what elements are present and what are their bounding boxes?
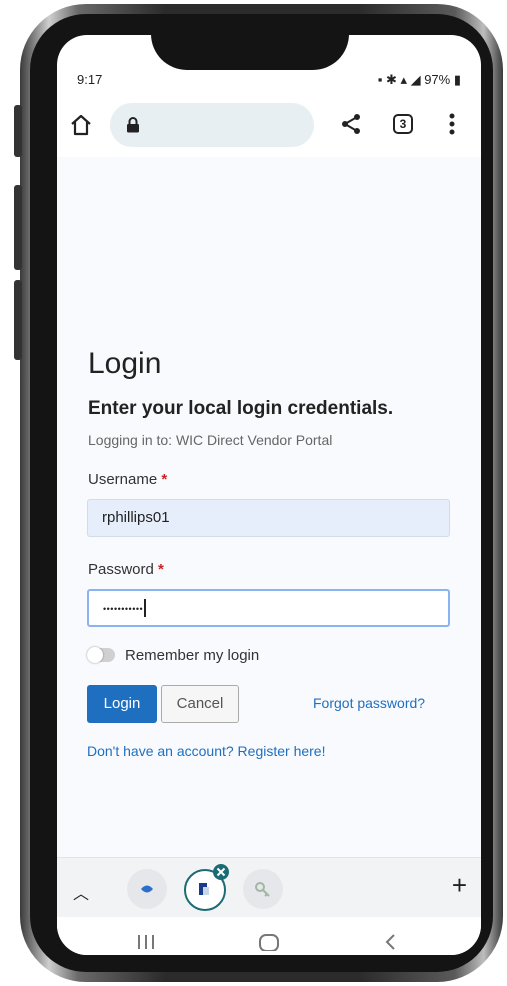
password-label-text: Password (88, 561, 154, 578)
fish-icon (141, 885, 153, 893)
home-nav-icon[interactable] (257, 933, 281, 951)
required-marker: * (161, 471, 168, 488)
password-label: Password * (88, 561, 164, 578)
register-link[interactable]: Don't have an account? Register here! (87, 743, 326, 759)
status-time: 9:17 (77, 72, 103, 87)
camera-notch (151, 26, 349, 70)
text-caret (144, 599, 146, 618)
plus-icon[interactable]: + (452, 870, 467, 901)
password-field[interactable]: ••••••••••• (87, 589, 450, 627)
login-page: Login Enter your local login credentials… (57, 157, 481, 857)
volume-down-button (14, 185, 22, 270)
username-field[interactable]: rphillips01 (87, 499, 450, 537)
recents-icon[interactable] (135, 933, 157, 951)
share-icon[interactable] (340, 113, 362, 135)
app-bubble-2[interactable] (184, 864, 229, 911)
page-title: Login (88, 347, 162, 380)
page-subtitle: Enter your local login credentials. (88, 398, 394, 419)
signal-icon: ▪ ✱ ▴ ◢ (377, 72, 425, 87)
battery-icon: ▮ (450, 72, 461, 87)
cancel-button[interactable]: Cancel (161, 685, 239, 723)
key-icon (255, 882, 270, 897)
toggle-knob (87, 647, 103, 663)
forgot-password-link[interactable]: Forgot password? (313, 695, 425, 711)
more-vert-icon[interactable] (449, 113, 455, 135)
app-bubble-1[interactable] (127, 869, 167, 909)
username-label: Username * (88, 471, 167, 488)
back-icon[interactable] (383, 933, 397, 951)
status-bar: 9:17 ▪ ✱ ▴ ◢ 97% ▮ (57, 70, 481, 92)
home-icon[interactable] (69, 113, 93, 137)
volume-up-button (14, 105, 22, 157)
password-value: ••••••••••• (103, 604, 144, 614)
bottom-sheet: ︿ + (57, 857, 481, 918)
chevron-up-icon[interactable]: ︿ (73, 880, 89, 904)
required-marker: * (158, 561, 164, 578)
login-context: Logging in to: WIC Direct Vendor Portal (88, 432, 333, 448)
phone-screen: 9:17 ▪ ✱ ▴ ◢ 97% ▮ 3 Login Enter your lo… (57, 35, 481, 955)
remember-toggle[interactable] (87, 647, 115, 663)
username-label-text: Username (88, 471, 158, 488)
android-nav-bar (57, 917, 481, 955)
power-button (14, 280, 22, 360)
tab-switcher-icon[interactable]: 3 (393, 114, 413, 134)
login-button[interactable]: Login (87, 685, 157, 723)
status-icons: ▪ ✱ ▴ ◢ 97% ▮ (378, 72, 461, 88)
lock-icon (127, 117, 139, 133)
remember-label: Remember my login (125, 647, 260, 664)
battery-level: 97% (424, 72, 451, 87)
browser-toolbar: 3 (57, 95, 481, 155)
app-bubble-3[interactable] (243, 869, 283, 909)
address-bar[interactable] (110, 103, 314, 147)
close-icon[interactable] (212, 863, 230, 881)
username-value: rphillips01 (102, 509, 170, 526)
